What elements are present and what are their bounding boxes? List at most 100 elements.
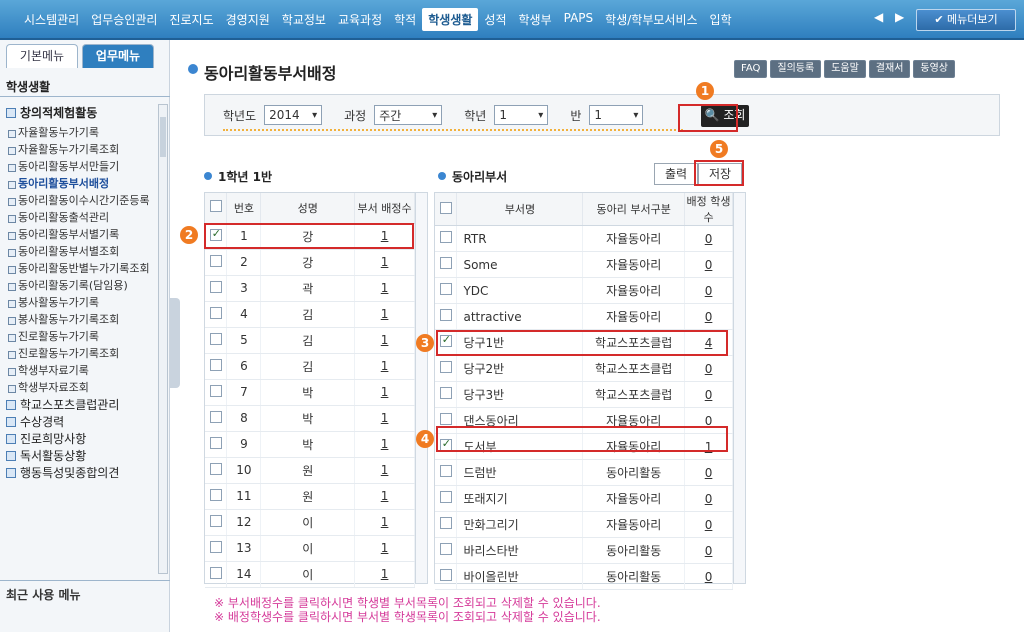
row-checkbox[interactable]	[209, 410, 222, 423]
sidebar-item[interactable]: 자율활동누가기록	[6, 126, 164, 140]
row-checkbox[interactable]	[209, 358, 222, 371]
row-checkbox[interactable]	[209, 254, 222, 267]
row-checkbox[interactable]	[439, 309, 452, 321]
table-row[interactable]: Some 자율동아리 0	[435, 251, 733, 278]
sidebar-group[interactable]: 독서활동상황	[6, 449, 164, 463]
assigned-count-link[interactable]: 0	[705, 232, 713, 246]
row-checkbox[interactable]	[209, 540, 222, 553]
cell-assigned-count[interactable]: 0	[684, 485, 733, 512]
tab-basic-menu[interactable]: 기본메뉴	[6, 44, 78, 68]
row-checkbox[interactable]	[439, 257, 452, 269]
cell-count[interactable]: 1	[354, 249, 415, 276]
row-checkbox-cell[interactable]	[205, 275, 228, 302]
cell-count[interactable]: 1	[354, 301, 415, 328]
cell-count[interactable]: 1	[354, 327, 415, 354]
row-checkbox-cell[interactable]	[205, 483, 228, 510]
row-checkbox[interactable]	[439, 413, 452, 425]
row-checkbox-cell[interactable]	[205, 249, 228, 276]
cell-count[interactable]: 1	[354, 509, 415, 536]
sidebar-item[interactable]: 동아리활동부서배정	[6, 177, 164, 191]
cell-assigned-count[interactable]: 0	[684, 303, 733, 330]
table-row[interactable]: 당구2반 학교스포츠클럽 0	[435, 355, 733, 382]
row-checkbox-cell[interactable]	[205, 327, 228, 354]
row-checkbox-cell[interactable]	[435, 459, 458, 486]
row-checkbox[interactable]	[209, 488, 222, 501]
class-select[interactable]: 1 ▾	[589, 105, 644, 125]
assigned-count-link[interactable]: 0	[705, 544, 713, 558]
count-link[interactable]: 1	[381, 463, 389, 477]
row-checkbox-cell[interactable]	[435, 537, 458, 564]
row-checkbox[interactable]	[439, 387, 452, 399]
table-row[interactable]: 7박 1	[205, 379, 415, 406]
grade-select[interactable]: 1 ▾	[494, 105, 549, 125]
table-row[interactable]: 5김 1	[205, 327, 415, 354]
row-checkbox[interactable]	[439, 283, 452, 295]
cell-count[interactable]: 1	[354, 275, 415, 302]
cell-count[interactable]: 1	[354, 405, 415, 432]
assigned-count-link[interactable]: 0	[705, 362, 713, 376]
row-checkbox[interactable]	[209, 514, 222, 527]
table-row[interactable]: 13 이 1	[205, 535, 415, 562]
row-checkbox-cell[interactable]	[435, 251, 458, 278]
row-checkbox[interactable]	[439, 543, 452, 555]
row-checkbox[interactable]	[439, 517, 452, 529]
row-checkbox-cell[interactable]	[435, 485, 458, 512]
sidebar-item[interactable]: 동아리활동이수시간기준등록	[6, 194, 164, 208]
sidebar-item[interactable]: 동아리활동반별누가기록조회	[6, 262, 164, 276]
table-row[interactable]: 만화그리기 자율동아리 0	[435, 511, 733, 538]
course-select[interactable]: 주간 ▾	[374, 105, 443, 125]
help-button[interactable]: 도움말	[824, 60, 866, 78]
table-row[interactable]: 3곽 1	[205, 275, 415, 302]
table-row[interactable]: 4김 1	[205, 301, 415, 328]
top-menu-item[interactable]: 학생생활	[422, 8, 479, 31]
cell-assigned-count[interactable]: 0	[684, 537, 733, 564]
table-row[interactable]: 11 원 1	[205, 483, 415, 510]
table-row[interactable]: 12 이 1	[205, 509, 415, 536]
sidebar-item[interactable]: 동아리활동부서별조회	[6, 245, 164, 259]
count-link[interactable]: 1	[381, 385, 389, 399]
cell-assigned-count[interactable]: 0	[684, 277, 733, 304]
table-row[interactable]: 또래지기 자율동아리 0	[435, 485, 733, 512]
sidebar-group[interactable]: 행동특성및종합의견	[6, 466, 164, 480]
count-link[interactable]: 1	[381, 515, 389, 529]
question-register-button[interactable]: 질의등록	[770, 60, 822, 78]
cell-assigned-count[interactable]: 0	[684, 381, 733, 408]
cell-count[interactable]: 1	[354, 431, 415, 458]
sidebar-collapse-handle[interactable]	[170, 298, 180, 388]
row-checkbox[interactable]	[209, 332, 222, 345]
header-checkbox[interactable]	[435, 193, 458, 226]
cell-count[interactable]: 1	[354, 353, 415, 380]
assigned-count-link[interactable]: 0	[705, 284, 713, 298]
row-checkbox[interactable]	[439, 465, 452, 477]
cell-count[interactable]: 1	[354, 561, 415, 588]
sidebar-group[interactable]: 학교스포츠클럽관리	[6, 398, 164, 412]
print-button[interactable]: 출력	[654, 163, 699, 185]
assigned-count-link[interactable]: 0	[705, 258, 713, 272]
table-row[interactable]: 10 원 1	[205, 457, 415, 484]
count-link[interactable]: 1	[381, 307, 389, 321]
row-checkbox-cell[interactable]	[435, 303, 458, 330]
count-link[interactable]: 1	[381, 281, 389, 295]
count-link[interactable]: 1	[381, 411, 389, 425]
table-row[interactable]: attractive 자율동아리 0	[435, 303, 733, 330]
sidebar-item[interactable]: 동아리활동기록(담임용)	[6, 279, 164, 293]
row-checkbox-cell[interactable]	[435, 277, 458, 304]
sidebar-item[interactable]: 동아리활동출석관리	[6, 211, 164, 225]
row-checkbox-cell[interactable]	[435, 225, 458, 252]
row-checkbox-cell[interactable]	[205, 379, 228, 406]
row-checkbox-cell[interactable]	[205, 353, 228, 380]
top-menu-item[interactable]: 진로지도	[163, 8, 219, 31]
row-checkbox-cell[interactable]	[205, 457, 228, 484]
cell-assigned-count[interactable]: 0	[684, 251, 733, 278]
student-grid-scrollbar[interactable]	[415, 193, 427, 583]
table-row[interactable]: 바리스타반 동아리활동 0	[435, 537, 733, 564]
table-row[interactable]: 2강 1	[205, 249, 415, 276]
sidebar-item[interactable]: 진로활동누가기록	[6, 330, 164, 344]
sidebar-item[interactable]: 동아리활동부서만들기	[6, 160, 164, 174]
table-row[interactable]: 9박 1	[205, 431, 415, 458]
top-menu-item[interactable]: 학적	[388, 8, 422, 31]
row-checkbox[interactable]	[209, 436, 222, 449]
cell-assigned-count[interactable]: 0	[684, 459, 733, 486]
table-row[interactable]: 바이올린반 동아리활동 0	[435, 563, 733, 590]
top-menu-item[interactable]: 입학	[704, 8, 738, 31]
